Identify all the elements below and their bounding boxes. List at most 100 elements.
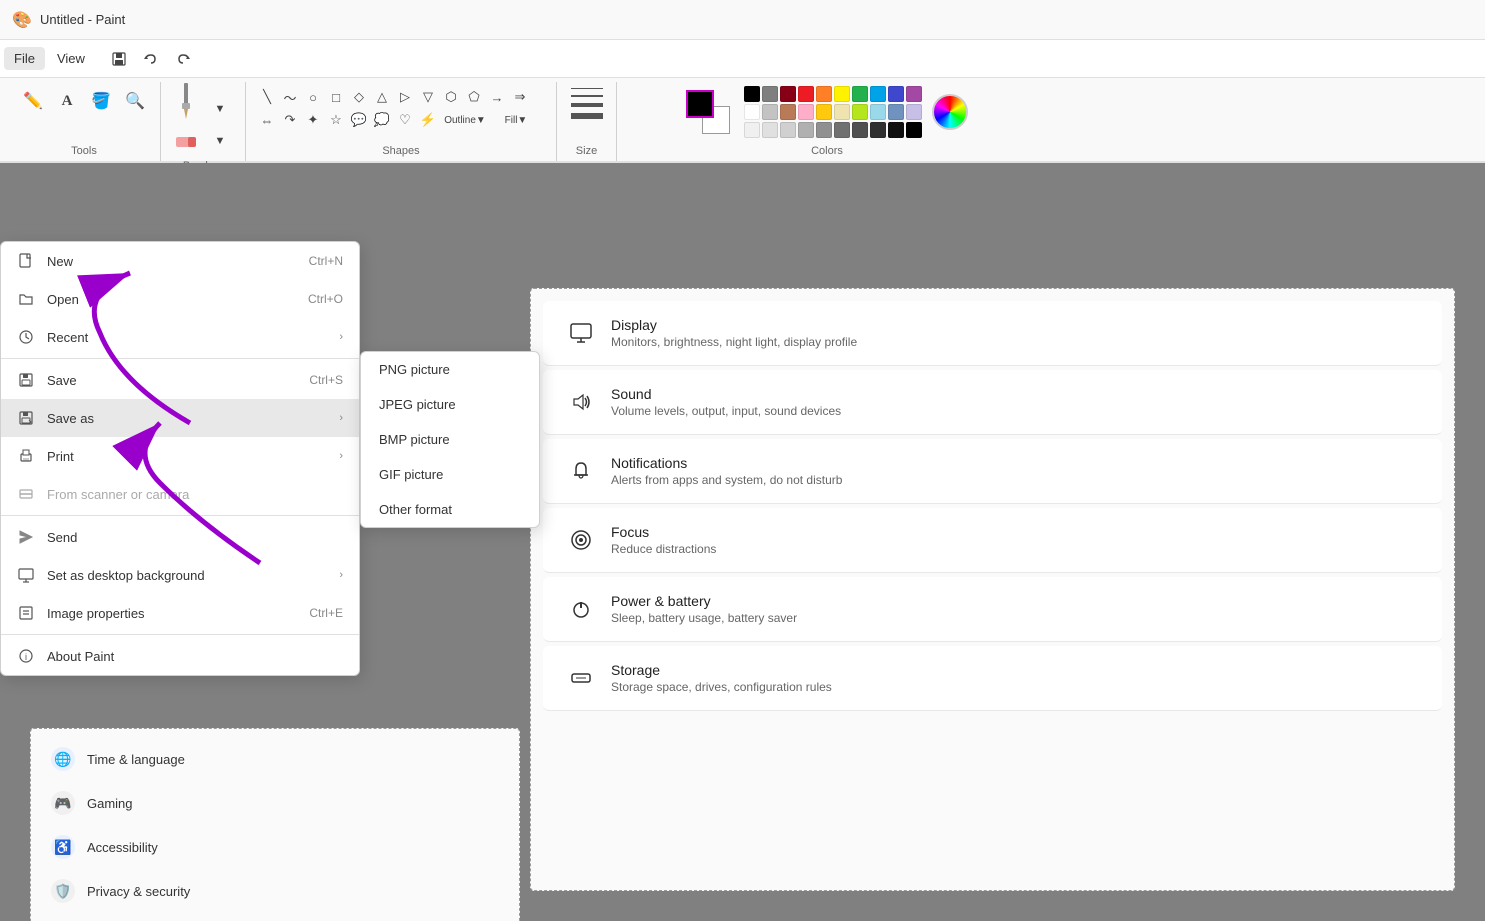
shape-speech[interactable]: 💬 (348, 109, 370, 131)
shape-lightning[interactable]: ⚡ (417, 109, 439, 131)
shape-arrow-r[interactable]: → (486, 86, 508, 108)
menu-divider-1 (1, 358, 359, 359)
color-swatch-gray-4[interactable] (816, 122, 832, 138)
settings-power[interactable]: Power & battery Sleep, battery usage, ba… (543, 577, 1442, 642)
color-swatch-4[interactable] (816, 86, 832, 102)
saveas-png[interactable]: PNG picture (361, 352, 539, 387)
shape-thought[interactable]: 💭 (371, 109, 393, 131)
file-print[interactable]: Print › (1, 437, 359, 475)
settings-storage[interactable]: Storage Storage space, drives, configura… (543, 646, 1442, 711)
file-save[interactable]: Save Ctrl+S (1, 361, 359, 399)
save-toolbar-btn[interactable] (105, 45, 133, 73)
color-swatch-7[interactable] (870, 86, 886, 102)
saveas-bmp[interactable]: BMP picture (361, 422, 539, 457)
file-send[interactable]: Send (1, 518, 359, 556)
file-saveas[interactable]: Save as › (1, 399, 359, 437)
file-open[interactable]: Open Ctrl+O (1, 280, 359, 318)
color-swatch-9[interactable] (906, 86, 922, 102)
shape-triangle[interactable]: △ (371, 86, 393, 108)
shape-arrow-both[interactable]: ⇔ (256, 109, 278, 131)
size-1[interactable] (571, 88, 603, 89)
menu-view[interactable]: View (47, 47, 95, 70)
sidebar-gaming[interactable]: 🎮 Gaming (39, 781, 511, 825)
shape-dtriangle[interactable]: ▽ (417, 86, 439, 108)
text-tool[interactable]: A (52, 86, 82, 116)
color-swatch-11[interactable] (762, 104, 778, 120)
color-swatch-12[interactable] (780, 104, 796, 120)
color-swatch-gray-0[interactable] (744, 122, 760, 138)
color-swatch-10[interactable] (744, 104, 760, 120)
color-swatch-gray-8[interactable] (888, 122, 904, 138)
shape-heart[interactable]: ♡ (394, 109, 416, 131)
color-swatch-2[interactable] (780, 86, 796, 102)
file-new[interactable]: New Ctrl+N (1, 242, 359, 280)
shape-rect[interactable]: □ (325, 86, 347, 108)
sidebar-accessibility[interactable]: ♿ Accessibility (39, 825, 511, 869)
color-swatch-gray-6[interactable] (852, 122, 868, 138)
eraser-tool[interactable] (171, 126, 201, 156)
color-swatch-18[interactable] (888, 104, 904, 120)
settings-focus[interactable]: Focus Reduce distractions (543, 508, 1442, 573)
file-about[interactable]: i About Paint (1, 637, 359, 675)
color-swatch-gray-9[interactable] (906, 122, 922, 138)
size-4[interactable] (571, 113, 603, 119)
pencil-tool[interactable]: ✏️ (18, 86, 48, 116)
settings-sound[interactable]: Sound Volume levels, output, input, soun… (543, 370, 1442, 435)
color-swatch-5[interactable] (834, 86, 850, 102)
color-swatch-6[interactable] (852, 86, 868, 102)
shape-hex[interactable]: ⬡ (440, 86, 462, 108)
color-swatch-3[interactable] (798, 86, 814, 102)
saveas-other[interactable]: Other format (361, 492, 539, 527)
shape-arrow-fat[interactable]: ⇒ (509, 86, 531, 108)
color-swatch-8[interactable] (888, 86, 904, 102)
color-swatch-gray-5[interactable] (834, 122, 850, 138)
shape-diamond[interactable]: ◇ (348, 86, 370, 108)
power-title: Power & battery (611, 593, 797, 609)
color-swatch-gray-1[interactable] (762, 122, 778, 138)
shape-outline-btn[interactable]: Outline▼ (440, 109, 490, 131)
brush-tool[interactable] (171, 86, 201, 116)
redo-btn[interactable] (169, 45, 197, 73)
foreground-color[interactable] (686, 90, 714, 118)
shape-oval[interactable]: ○ (302, 86, 324, 108)
color-swatch-17[interactable] (870, 104, 886, 120)
saveas-gif[interactable]: GIF picture (361, 457, 539, 492)
select-dropdown[interactable]: ▼ (205, 126, 235, 156)
color-swatch-0[interactable] (744, 86, 760, 102)
saveas-jpeg[interactable]: JPEG picture (361, 387, 539, 422)
fill-tool[interactable]: 🪣 (86, 86, 116, 116)
print-icon (17, 447, 35, 465)
shape-rtriangle[interactable]: ▷ (394, 86, 416, 108)
brush-dropdown[interactable]: ▼ (205, 94, 235, 124)
sidebar-privacy[interactable]: 🛡️ Privacy & security (39, 869, 511, 913)
color-swatch-13[interactable] (798, 104, 814, 120)
file-properties[interactable]: Image properties Ctrl+E (1, 594, 359, 632)
sidebar-time-language[interactable]: 🌐 Time & language (39, 737, 511, 781)
file-desktop[interactable]: Set as desktop background › (1, 556, 359, 594)
color-swatch-15[interactable] (834, 104, 850, 120)
menu-file[interactable]: File (4, 47, 45, 70)
color-swatch-gray-3[interactable] (798, 122, 814, 138)
color-swatch-16[interactable] (852, 104, 868, 120)
settings-display[interactable]: Display Monitors, brightness, night ligh… (543, 301, 1442, 366)
size-3[interactable] (571, 103, 603, 107)
shape-pent[interactable]: ⬠ (463, 86, 485, 108)
file-recent[interactable]: Recent › (1, 318, 359, 356)
shape-curve[interactable]: 〜 (279, 86, 301, 108)
shape-arrow-curve[interactable]: ↷ (279, 109, 301, 131)
sidebar-windows-update[interactable]: 🔄 Windows Update (39, 913, 511, 921)
shape-line[interactable]: ╲ (256, 86, 278, 108)
color-swatch-1[interactable] (762, 86, 778, 102)
color-swatch-19[interactable] (906, 104, 922, 120)
color-swatch-14[interactable] (816, 104, 832, 120)
zoom-tool[interactable]: 🔍 (120, 86, 150, 116)
color-swatch-gray-2[interactable] (780, 122, 796, 138)
settings-notifications[interactable]: Notifications Alerts from apps and syste… (543, 439, 1442, 504)
color-swatch-gray-7[interactable] (870, 122, 886, 138)
shape-star[interactable]: ☆ (325, 109, 347, 131)
color-wheel[interactable] (932, 94, 968, 130)
undo-btn[interactable] (137, 45, 165, 73)
shape-fill-btn[interactable]: Fill▼ (491, 109, 541, 131)
size-2[interactable] (571, 95, 603, 97)
shape-star4[interactable]: ✦ (302, 109, 324, 131)
